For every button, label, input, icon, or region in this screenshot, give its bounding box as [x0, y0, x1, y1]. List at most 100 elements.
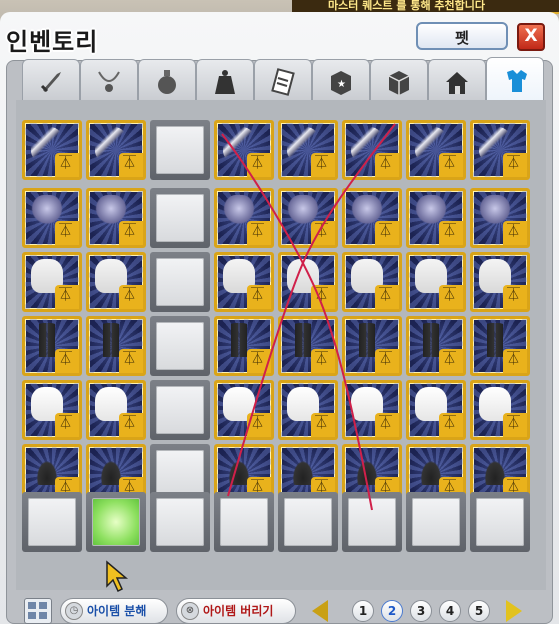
item-slot-glove[interactable]	[22, 380, 82, 440]
hanger-icon	[55, 285, 79, 309]
hanger-icon	[247, 349, 271, 373]
item-slot-hair[interactable]	[406, 188, 466, 248]
item-slot-top[interactable]	[342, 252, 402, 312]
page-button-1[interactable]: 1	[352, 600, 374, 622]
item-slot-weapon[interactable]	[470, 120, 530, 180]
empty-slot[interactable]	[86, 492, 146, 552]
item-slot-hair[interactable]	[278, 188, 338, 248]
page-button-4[interactable]: 4	[439, 600, 461, 622]
hanger-icon	[55, 221, 79, 245]
cash2-tab[interactable]	[370, 59, 428, 101]
empty-slot[interactable]	[150, 188, 210, 248]
item-slot-top[interactable]	[86, 252, 146, 312]
hanger-icon	[503, 349, 527, 373]
empty-slot[interactable]	[150, 492, 210, 552]
disassemble-button[interactable]: ◷ 아이템 분해	[60, 598, 168, 624]
hanger-icon	[311, 413, 335, 437]
hanger-icon	[439, 285, 463, 309]
item-slot-bottom[interactable]	[278, 316, 338, 376]
hanger-icon	[439, 221, 463, 245]
item-slot-weapon[interactable]	[278, 120, 338, 180]
potion-icon	[158, 70, 176, 94]
item-slot-weapon[interactable]	[406, 120, 466, 180]
next-page-arrow[interactable]	[506, 600, 522, 622]
empty-slot[interactable]	[150, 316, 210, 376]
use-tab[interactable]	[80, 59, 138, 101]
etc-tab[interactable]	[196, 59, 254, 101]
page-button-5[interactable]: 5	[468, 600, 490, 622]
item-slot-bottom[interactable]	[214, 316, 274, 376]
hanger-icon	[375, 285, 399, 309]
hanger-icon	[55, 413, 79, 437]
mouse-cursor-icon	[106, 560, 129, 593]
pet-button[interactable]: 펫	[416, 22, 508, 50]
consume-tab[interactable]	[138, 59, 196, 101]
disassemble-label: 아이템 분해	[87, 604, 147, 618]
item-slot-glove[interactable]	[86, 380, 146, 440]
item-slot-weapon[interactable]	[342, 120, 402, 180]
box-icon	[388, 71, 410, 95]
clock-icon: ◷	[65, 602, 83, 620]
prev-page-arrow[interactable]	[312, 600, 328, 622]
cash-tab[interactable]: ★	[312, 59, 370, 101]
necklace-icon	[98, 71, 120, 92]
svg-text:★: ★	[337, 79, 346, 90]
hanger-icon	[503, 285, 527, 309]
sort-grid-button[interactable]	[24, 598, 52, 624]
item-slot-glove[interactable]	[342, 380, 402, 440]
hanger-icon	[503, 221, 527, 245]
cosmetic-tab[interactable]	[486, 57, 544, 101]
empty-slot[interactable]	[22, 492, 82, 552]
hanger-icon	[311, 285, 335, 309]
discard-button[interactable]: ⊗ 아이템 버리기	[176, 598, 296, 624]
empty-slot[interactable]	[214, 492, 274, 552]
hanger-icon	[311, 349, 335, 373]
hanger-icon	[247, 285, 271, 309]
item-slot-hair[interactable]	[214, 188, 274, 248]
page-button-3[interactable]: 3	[410, 600, 432, 622]
page-button-2[interactable]: 2	[381, 600, 403, 622]
equip-tab[interactable]	[22, 59, 80, 101]
item-slot-hair[interactable]	[470, 188, 530, 248]
item-slot-hair[interactable]	[86, 188, 146, 248]
item-slot-bottom[interactable]	[22, 316, 82, 376]
empty-slot[interactable]	[150, 380, 210, 440]
item-slot-bottom[interactable]	[342, 316, 402, 376]
item-slot-hair[interactable]	[22, 188, 82, 248]
hanger-icon	[439, 153, 463, 177]
item-slot-bottom[interactable]	[86, 316, 146, 376]
hanger-icon	[55, 349, 79, 373]
item-slot-top[interactable]	[278, 252, 338, 312]
grid-square-icon	[28, 612, 36, 619]
item-slot-weapon[interactable]	[22, 120, 82, 180]
empty-slot[interactable]	[342, 492, 402, 552]
close-button[interactable]: X	[517, 23, 545, 51]
empty-slot[interactable]	[406, 492, 466, 552]
item-slot-weapon[interactable]	[86, 120, 146, 180]
hanger-icon	[119, 285, 143, 309]
item-slot-bottom[interactable]	[406, 316, 466, 376]
item-slot-glove[interactable]	[214, 380, 274, 440]
empty-slot[interactable]	[150, 252, 210, 312]
item-slot-glove[interactable]	[470, 380, 530, 440]
hanger-icon	[119, 413, 143, 437]
empty-slot[interactable]	[278, 492, 338, 552]
hanger-icon	[119, 153, 143, 177]
empty-slot[interactable]	[150, 120, 210, 180]
item-slot-glove[interactable]	[278, 380, 338, 440]
item-slot-top[interactable]	[214, 252, 274, 312]
hanger-icon	[503, 413, 527, 437]
hanger-icon	[119, 349, 143, 373]
item-slot-glove[interactable]	[406, 380, 466, 440]
empty-slot[interactable]	[470, 492, 530, 552]
house-tab[interactable]	[428, 59, 486, 101]
install-tab[interactable]	[254, 59, 312, 101]
item-slot-top[interactable]	[406, 252, 466, 312]
hanger-icon	[247, 221, 271, 245]
item-slot-bottom[interactable]	[470, 316, 530, 376]
item-slot-weapon[interactable]	[214, 120, 274, 180]
item-slot-top[interactable]	[470, 252, 530, 312]
item-slot-hair[interactable]	[342, 188, 402, 248]
clothes-icon	[507, 70, 527, 92]
item-slot-top[interactable]	[22, 252, 82, 312]
